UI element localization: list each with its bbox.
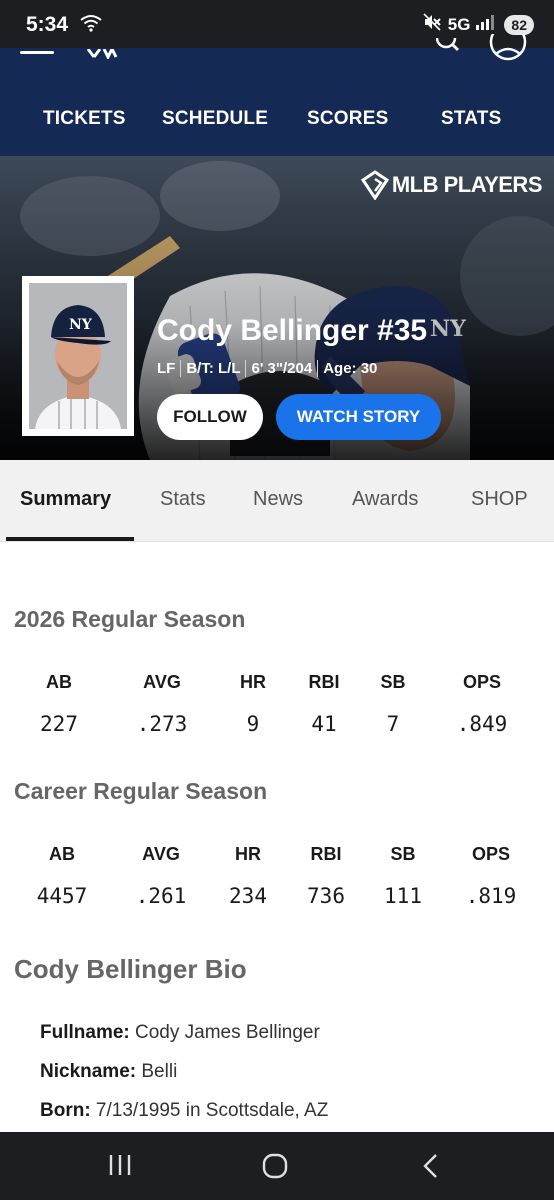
network-label: 5G bbox=[447, 14, 471, 34]
app-header: TICKETS SCHEDULE SCORES STATS bbox=[0, 23, 554, 156]
wifi-icon bbox=[80, 14, 102, 37]
follow-button[interactable]: FOLLOW bbox=[157, 394, 263, 440]
status-time: 5:34 bbox=[26, 13, 69, 36]
season-stat-value: .849 bbox=[456, 712, 508, 736]
tab-awards[interactable]: Awards bbox=[352, 488, 418, 511]
account-icon[interactable] bbox=[488, 23, 528, 69]
bio-value: Belli bbox=[136, 1061, 178, 1082]
headshot-image: NY bbox=[29, 283, 127, 429]
tab-stats[interactable]: Stats bbox=[160, 488, 206, 511]
career-stat-header: HR bbox=[235, 844, 261, 864]
battery-badge: 82 bbox=[504, 14, 534, 35]
profile-tabs: Summary Stats News Awards SHOP bbox=[0, 460, 554, 542]
season-stat-value: 227 bbox=[40, 712, 78, 736]
bio-label: Born: bbox=[40, 1100, 91, 1121]
nav-tickets[interactable]: TICKETS bbox=[43, 108, 126, 130]
tab-shop[interactable]: SHOP bbox=[471, 488, 528, 511]
team-logo[interactable] bbox=[86, 44, 118, 63]
recents-icon[interactable] bbox=[107, 1152, 133, 1183]
season-stats-title: 2026 Regular Season bbox=[14, 606, 246, 632]
season-stat-header: AB bbox=[46, 672, 72, 692]
meta-divider bbox=[180, 360, 182, 377]
bio-fullname: Fullname: Cody James Bellinger bbox=[40, 1022, 320, 1044]
player-name: Cody Bellinger #35 bbox=[157, 314, 428, 347]
season-stat-header: OPS bbox=[462, 672, 501, 692]
nav-schedule[interactable]: SCHEDULE bbox=[162, 108, 268, 130]
player-meta: LF B/T: L/L 6' 3"/204 Age: 30 bbox=[157, 360, 377, 377]
signal-icon bbox=[476, 13, 498, 36]
player-position: LF bbox=[157, 360, 176, 377]
search-icon[interactable] bbox=[435, 27, 462, 61]
career-stat-value: 4457 bbox=[36, 884, 88, 908]
season-stat-header: AVG bbox=[143, 672, 181, 692]
career-stat-value: 111 bbox=[384, 884, 422, 908]
player-headshot: NY bbox=[22, 276, 134, 436]
bio-nickname: Nickname: Belli bbox=[40, 1061, 177, 1083]
home-icon[interactable] bbox=[261, 1152, 289, 1185]
mlb-players-logo: MLB PLAYERS bbox=[360, 170, 543, 200]
bio-born: Born: 7/13/1995 in Scottsdale, AZ bbox=[40, 1100, 328, 1122]
tab-news[interactable]: News bbox=[253, 488, 303, 511]
career-stat-value: 234 bbox=[229, 884, 267, 908]
summary-content: 2026 Regular Season AB AVG HR RBI SB OPS… bbox=[0, 542, 554, 1132]
tab-summary[interactable]: Summary bbox=[20, 488, 111, 511]
season-stat-value: 7 bbox=[386, 712, 400, 736]
career-stat-header: SB bbox=[390, 844, 416, 864]
season-stat-value: .273 bbox=[136, 712, 188, 736]
bio-value: Cody James Bellinger bbox=[129, 1022, 320, 1043]
bio-label: Nickname: bbox=[40, 1061, 137, 1082]
player-height-weight: 6' 3"/204 bbox=[251, 360, 313, 377]
meta-divider bbox=[245, 360, 247, 377]
career-stat-value: .819 bbox=[465, 884, 517, 908]
svg-text:NY: NY bbox=[69, 317, 93, 333]
back-icon[interactable] bbox=[420, 1152, 442, 1185]
bio-title: Cody Bellinger Bio bbox=[14, 954, 247, 984]
players-logo-text: MLB PLAYERS bbox=[391, 172, 543, 197]
system-nav-bar bbox=[0, 1132, 554, 1200]
player-age: Age: 30 bbox=[323, 360, 378, 377]
nav-scores[interactable]: SCORES bbox=[307, 108, 388, 130]
career-stat-header: AVG bbox=[142, 844, 180, 864]
mute-icon bbox=[422, 12, 442, 37]
career-stat-header: AB bbox=[49, 844, 75, 864]
career-stat-header: OPS bbox=[471, 844, 510, 864]
status-bar: 5:34 5G 82 bbox=[0, 0, 554, 48]
player-bats-throws: B/T: L/L bbox=[186, 360, 241, 377]
nav-stats[interactable]: STATS bbox=[441, 108, 501, 130]
bio-label: Fullname: bbox=[40, 1022, 130, 1043]
season-stat-header: SB bbox=[380, 672, 406, 692]
career-stats-title: Career Regular Season bbox=[14, 778, 268, 804]
bio-value: 7/13/1995 in Scottsdale, AZ bbox=[90, 1100, 329, 1121]
meta-divider bbox=[317, 360, 319, 377]
watch-story-button[interactable]: WATCH STORY bbox=[276, 394, 441, 440]
players-shield-icon bbox=[360, 170, 389, 200]
menu-icon[interactable] bbox=[20, 48, 54, 56]
primary-nav: TICKETS SCHEDULE SCORES STATS bbox=[0, 108, 554, 138]
player-hero: NY MLB PLAYERS N bbox=[0, 156, 554, 460]
active-tab-indicator bbox=[6, 537, 134, 541]
career-stat-value: .261 bbox=[135, 884, 187, 908]
